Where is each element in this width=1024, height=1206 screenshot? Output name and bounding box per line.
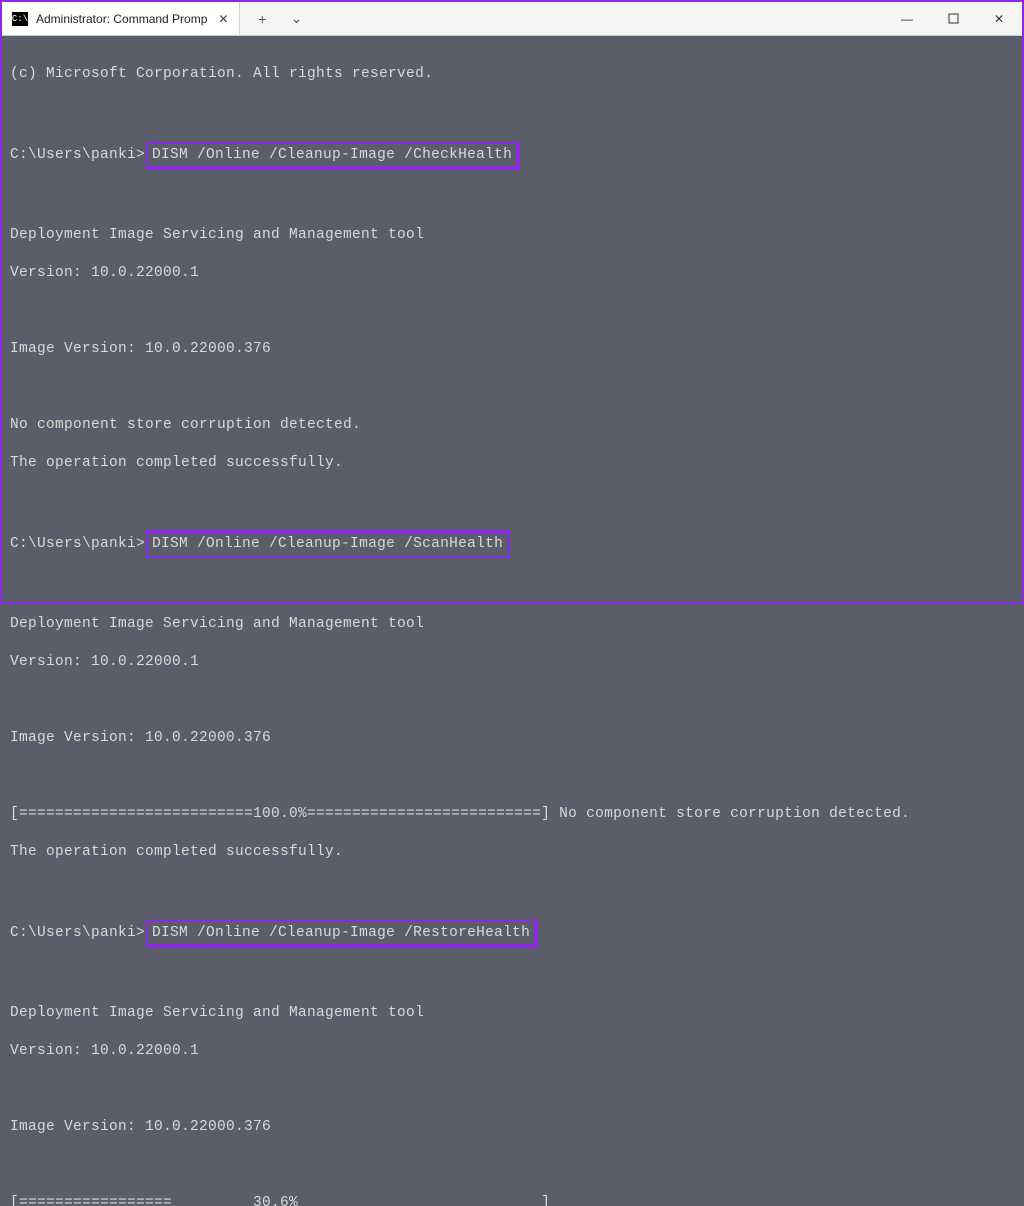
- blank-line: [10, 492, 1014, 511]
- close-button[interactable]: ✕: [976, 2, 1022, 35]
- output-line: Deployment Image Servicing and Managemen…: [10, 1004, 1014, 1023]
- blank-line: [10, 103, 1014, 122]
- minimize-button[interactable]: —: [884, 2, 930, 35]
- terminal-tab[interactable]: C:\ Administrator: Command Promp ✕: [2, 2, 240, 35]
- blank-line: [10, 302, 1014, 321]
- output-line: Version: 10.0.22000.1: [10, 1042, 1014, 1061]
- highlighted-command-3: DISM /Online /Cleanup-Image /RestoreHeal…: [145, 919, 537, 947]
- blank-line: [10, 1080, 1014, 1099]
- blank-line: [10, 691, 1014, 710]
- blank-line: [10, 881, 1014, 900]
- output-line: The operation completed successfully.: [10, 843, 1014, 862]
- prompt-path: C:\Users\panki>: [10, 924, 145, 943]
- cmd-icon: C:\: [12, 12, 28, 26]
- output-line: Image Version: 10.0.22000.376: [10, 729, 1014, 748]
- output-line: (c) Microsoft Corporation. All rights re…: [10, 65, 1014, 84]
- output-line: Image Version: 10.0.22000.376: [10, 340, 1014, 359]
- output-line: The operation completed successfully.: [10, 454, 1014, 473]
- blank-line: [10, 1156, 1014, 1175]
- output-line: Image Version: 10.0.22000.376: [10, 1118, 1014, 1137]
- highlighted-command-1: DISM /Online /Cleanup-Image /CheckHealth: [145, 141, 519, 169]
- output-line: Version: 10.0.22000.1: [10, 653, 1014, 672]
- progress-line-30: [================= 30.6% ]: [10, 1194, 1014, 1206]
- prompt-line-1: C:\Users\panki>DISM /Online /Cleanup-Ima…: [10, 141, 1014, 169]
- titlebar: C:\ Administrator: Command Promp ✕ + ⌄ —…: [2, 2, 1022, 36]
- window-controls: — ✕: [884, 2, 1022, 35]
- terminal-output[interactable]: (c) Microsoft Corporation. All rights re…: [2, 36, 1022, 1206]
- output-line: Deployment Image Servicing and Managemen…: [10, 615, 1014, 634]
- tab-title: Administrator: Command Promp: [36, 12, 207, 26]
- tab-close-button[interactable]: ✕: [215, 11, 231, 27]
- maximize-icon: [948, 13, 959, 24]
- blank-line: [10, 188, 1014, 207]
- output-line: Version: 10.0.22000.1: [10, 264, 1014, 283]
- tab-actions: + ⌄: [240, 2, 318, 35]
- new-tab-button[interactable]: +: [246, 2, 278, 35]
- maximize-button[interactable]: [930, 2, 976, 35]
- progress-line-100: [==========================100.0%=======…: [10, 805, 1014, 824]
- titlebar-drag-area[interactable]: [318, 2, 884, 35]
- highlighted-command-2: DISM /Online /Cleanup-Image /ScanHealth: [145, 530, 510, 558]
- blank-line: [10, 577, 1014, 596]
- prompt-path: C:\Users\panki>: [10, 535, 145, 554]
- prompt-line-3: C:\Users\panki>DISM /Online /Cleanup-Ima…: [10, 919, 1014, 947]
- prompt-path: C:\Users\panki>: [10, 146, 145, 165]
- output-line: No component store corruption detected.: [10, 416, 1014, 435]
- blank-line: [10, 767, 1014, 786]
- blank-line: [10, 966, 1014, 985]
- tab-dropdown-button[interactable]: ⌄: [280, 2, 312, 35]
- output-line: Deployment Image Servicing and Managemen…: [10, 226, 1014, 245]
- blank-line: [10, 378, 1014, 397]
- prompt-line-2: C:\Users\panki>DISM /Online /Cleanup-Ima…: [10, 530, 1014, 558]
